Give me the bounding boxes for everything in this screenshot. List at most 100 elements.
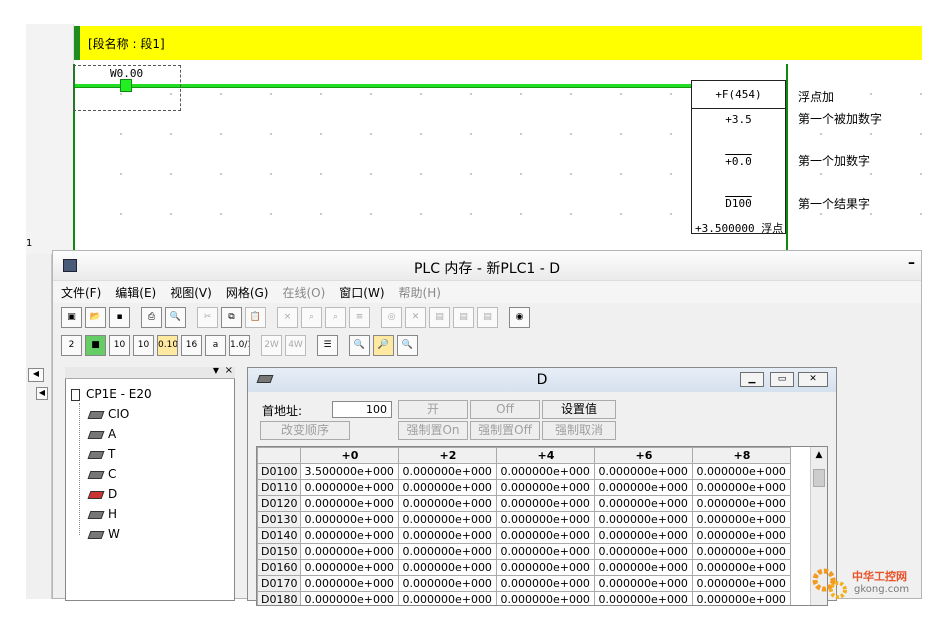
- tree-item-h[interactable]: H: [87, 507, 117, 521]
- off-button[interactable]: Off: [470, 400, 540, 419]
- save-icon[interactable]: ▪: [109, 306, 130, 328]
- table-cell[interactable]: 0.000000e+000: [496, 559, 596, 576]
- change-order-button[interactable]: 改变顺序: [260, 421, 350, 440]
- table-cell[interactable]: 0.000000e+000: [594, 511, 694, 528]
- table-cell[interactable]: 0.000000e+000: [692, 543, 792, 560]
- table-cell[interactable]: 0.000000e+000: [398, 591, 498, 605]
- table-cell[interactable]: 0.000000e+000: [398, 495, 498, 512]
- zoom-icon[interactable]: 🔍: [349, 334, 370, 356]
- table-cell[interactable]: 0.000000e+000: [594, 463, 694, 480]
- start-address-input[interactable]: 100: [332, 401, 392, 418]
- cut-icon[interactable]: ✂: [197, 306, 218, 328]
- transfer-to-plc-icon[interactable]: ▤: [429, 306, 450, 328]
- table-cell[interactable]: 0.000000e+000: [300, 527, 400, 544]
- table-cell[interactable]: 0.000000e+000: [594, 591, 694, 605]
- table-cell[interactable]: 0.000000e+000: [496, 495, 596, 512]
- table-cell[interactable]: 0.000000e+000: [594, 559, 694, 576]
- new-window-icon[interactable]: ▣: [61, 306, 82, 328]
- hex-format-button[interactable]: 16: [181, 334, 202, 356]
- column-header[interactable]: +0: [300, 447, 400, 464]
- ascii-format-button[interactable]: a: [205, 334, 226, 356]
- table-cell[interactable]: 0.000000e+000: [594, 543, 694, 560]
- tree-item-w[interactable]: W: [87, 527, 120, 541]
- tree-item-t[interactable]: T: [87, 447, 115, 461]
- binary-format-button[interactable]: 2: [61, 334, 82, 356]
- bit-format-button[interactable]: ■: [85, 334, 106, 356]
- zoom-out-icon[interactable]: 🔍: [397, 334, 418, 356]
- table-cell[interactable]: 0.000000e+000: [496, 511, 596, 528]
- tree-close-icon[interactable]: ×: [225, 365, 233, 376]
- delete-icon[interactable]: ×: [277, 306, 298, 328]
- print-preview-icon[interactable]: 🔍: [165, 306, 186, 328]
- table-cell[interactable]: 0.000000e+000: [692, 591, 792, 605]
- section-header[interactable]: [段名称 : 段1]: [74, 26, 922, 60]
- zoom-in-icon[interactable]: 🔎: [373, 334, 394, 356]
- online-icon[interactable]: ◎: [381, 306, 402, 328]
- d-window-titlebar[interactable]: D ▁ ▭ ✕: [248, 368, 836, 392]
- signed-decimal-format-button[interactable]: 10: [133, 334, 154, 356]
- window-titlebar[interactable]: PLC 内存 - 新PLC1 - D –: [53, 251, 921, 281]
- table-cell[interactable]: 0.000000e+000: [300, 575, 400, 592]
- force-cancel-button[interactable]: 强制取消: [542, 421, 616, 440]
- offline-icon[interactable]: ✕: [405, 306, 426, 328]
- table-cell[interactable]: 0.000000e+000: [300, 559, 400, 576]
- table-cell[interactable]: 0.000000e+000: [300, 479, 400, 496]
- column-header[interactable]: +8: [692, 447, 792, 464]
- minimize-icon[interactable]: –: [908, 255, 915, 271]
- child-restore-icon[interactable]: ▭: [770, 372, 794, 387]
- table-cell[interactable]: 0.000000e+000: [692, 495, 792, 512]
- force-off-button[interactable]: 强制置Off: [470, 421, 540, 440]
- force-on-button[interactable]: 强制置On: [398, 421, 468, 440]
- table-cell[interactable]: 0.000000e+000: [594, 575, 694, 592]
- table-cell[interactable]: 0.000000e+000: [594, 527, 694, 544]
- table-cell[interactable]: 0.000000e+000: [692, 575, 792, 592]
- menu-view[interactable]: 视图(V): [170, 284, 212, 301]
- table-cell[interactable]: 0.000000e+000: [398, 559, 498, 576]
- table-cell[interactable]: 0.000000e+000: [496, 479, 596, 496]
- table-cell[interactable]: 0.000000e+000: [300, 591, 400, 605]
- find-icon[interactable]: ⌕: [301, 306, 322, 328]
- double-word-button[interactable]: 2W: [261, 334, 282, 356]
- print-icon[interactable]: ⎙: [141, 306, 162, 328]
- table-cell[interactable]: 0.000000e+000: [398, 511, 498, 528]
- table-cell[interactable]: 3.500000e+000: [300, 463, 400, 480]
- set-value-button[interactable]: 设置值: [542, 400, 616, 419]
- contact-symbol[interactable]: [120, 79, 132, 92]
- tree-item-cio[interactable]: CIO: [87, 407, 129, 421]
- instruction-block[interactable]: +F(454) +3.5 +0.0 D100: [691, 80, 786, 234]
- table-cell[interactable]: 0.000000e+000: [594, 495, 694, 512]
- table-cell[interactable]: 0.000000e+000: [398, 527, 498, 544]
- column-header[interactable]: +2: [398, 447, 498, 464]
- table-cell[interactable]: 0.000000e+000: [398, 463, 498, 480]
- table-cell[interactable]: 0.000000e+000: [496, 543, 596, 560]
- menu-edit[interactable]: 编辑(E): [115, 284, 156, 301]
- table-cell[interactable]: 0.000000e+000: [398, 543, 498, 560]
- table-cell[interactable]: 0.000000e+000: [692, 559, 792, 576]
- scroll-up-icon[interactable]: ▲: [811, 447, 827, 463]
- copy-icon[interactable]: ⧉: [221, 306, 242, 328]
- table-cell[interactable]: 0.000000e+000: [398, 479, 498, 496]
- float-format-button[interactable]: 0.10: [157, 334, 178, 356]
- on-button[interactable]: 开: [398, 400, 468, 419]
- table-cell[interactable]: 0.000000e+000: [594, 479, 694, 496]
- bcd-format-button[interactable]: 1.0/10: [229, 334, 250, 356]
- tree-item-d[interactable]: D: [87, 487, 117, 501]
- column-header[interactable]: +6: [594, 447, 694, 464]
- open-folder-icon[interactable]: 📂: [85, 306, 106, 328]
- table-cell[interactable]: 0.000000e+000: [496, 591, 596, 605]
- list-icon[interactable]: ☰: [317, 334, 338, 356]
- menu-online[interactable]: 在线(O): [282, 284, 325, 301]
- tree-item-c[interactable]: C: [87, 467, 116, 481]
- table-cell[interactable]: 0.000000e+000: [300, 511, 400, 528]
- menu-file[interactable]: 文件(F): [61, 284, 101, 301]
- table-cell[interactable]: 0.000000e+000: [692, 463, 792, 480]
- menu-grid[interactable]: 网格(G): [226, 284, 269, 301]
- table-cell[interactable]: 0.000000e+000: [692, 511, 792, 528]
- column-header[interactable]: +4: [496, 447, 596, 464]
- find-replace-icon[interactable]: ⌕: [325, 306, 346, 328]
- paste-icon[interactable]: 📋: [245, 306, 266, 328]
- table-cell[interactable]: 0.000000e+000: [496, 463, 596, 480]
- scroll-left-button[interactable]: ◀: [28, 368, 44, 382]
- tree-dropdown-icon[interactable]: ▼: [213, 366, 219, 375]
- decimal-format-button[interactable]: 10: [109, 334, 130, 356]
